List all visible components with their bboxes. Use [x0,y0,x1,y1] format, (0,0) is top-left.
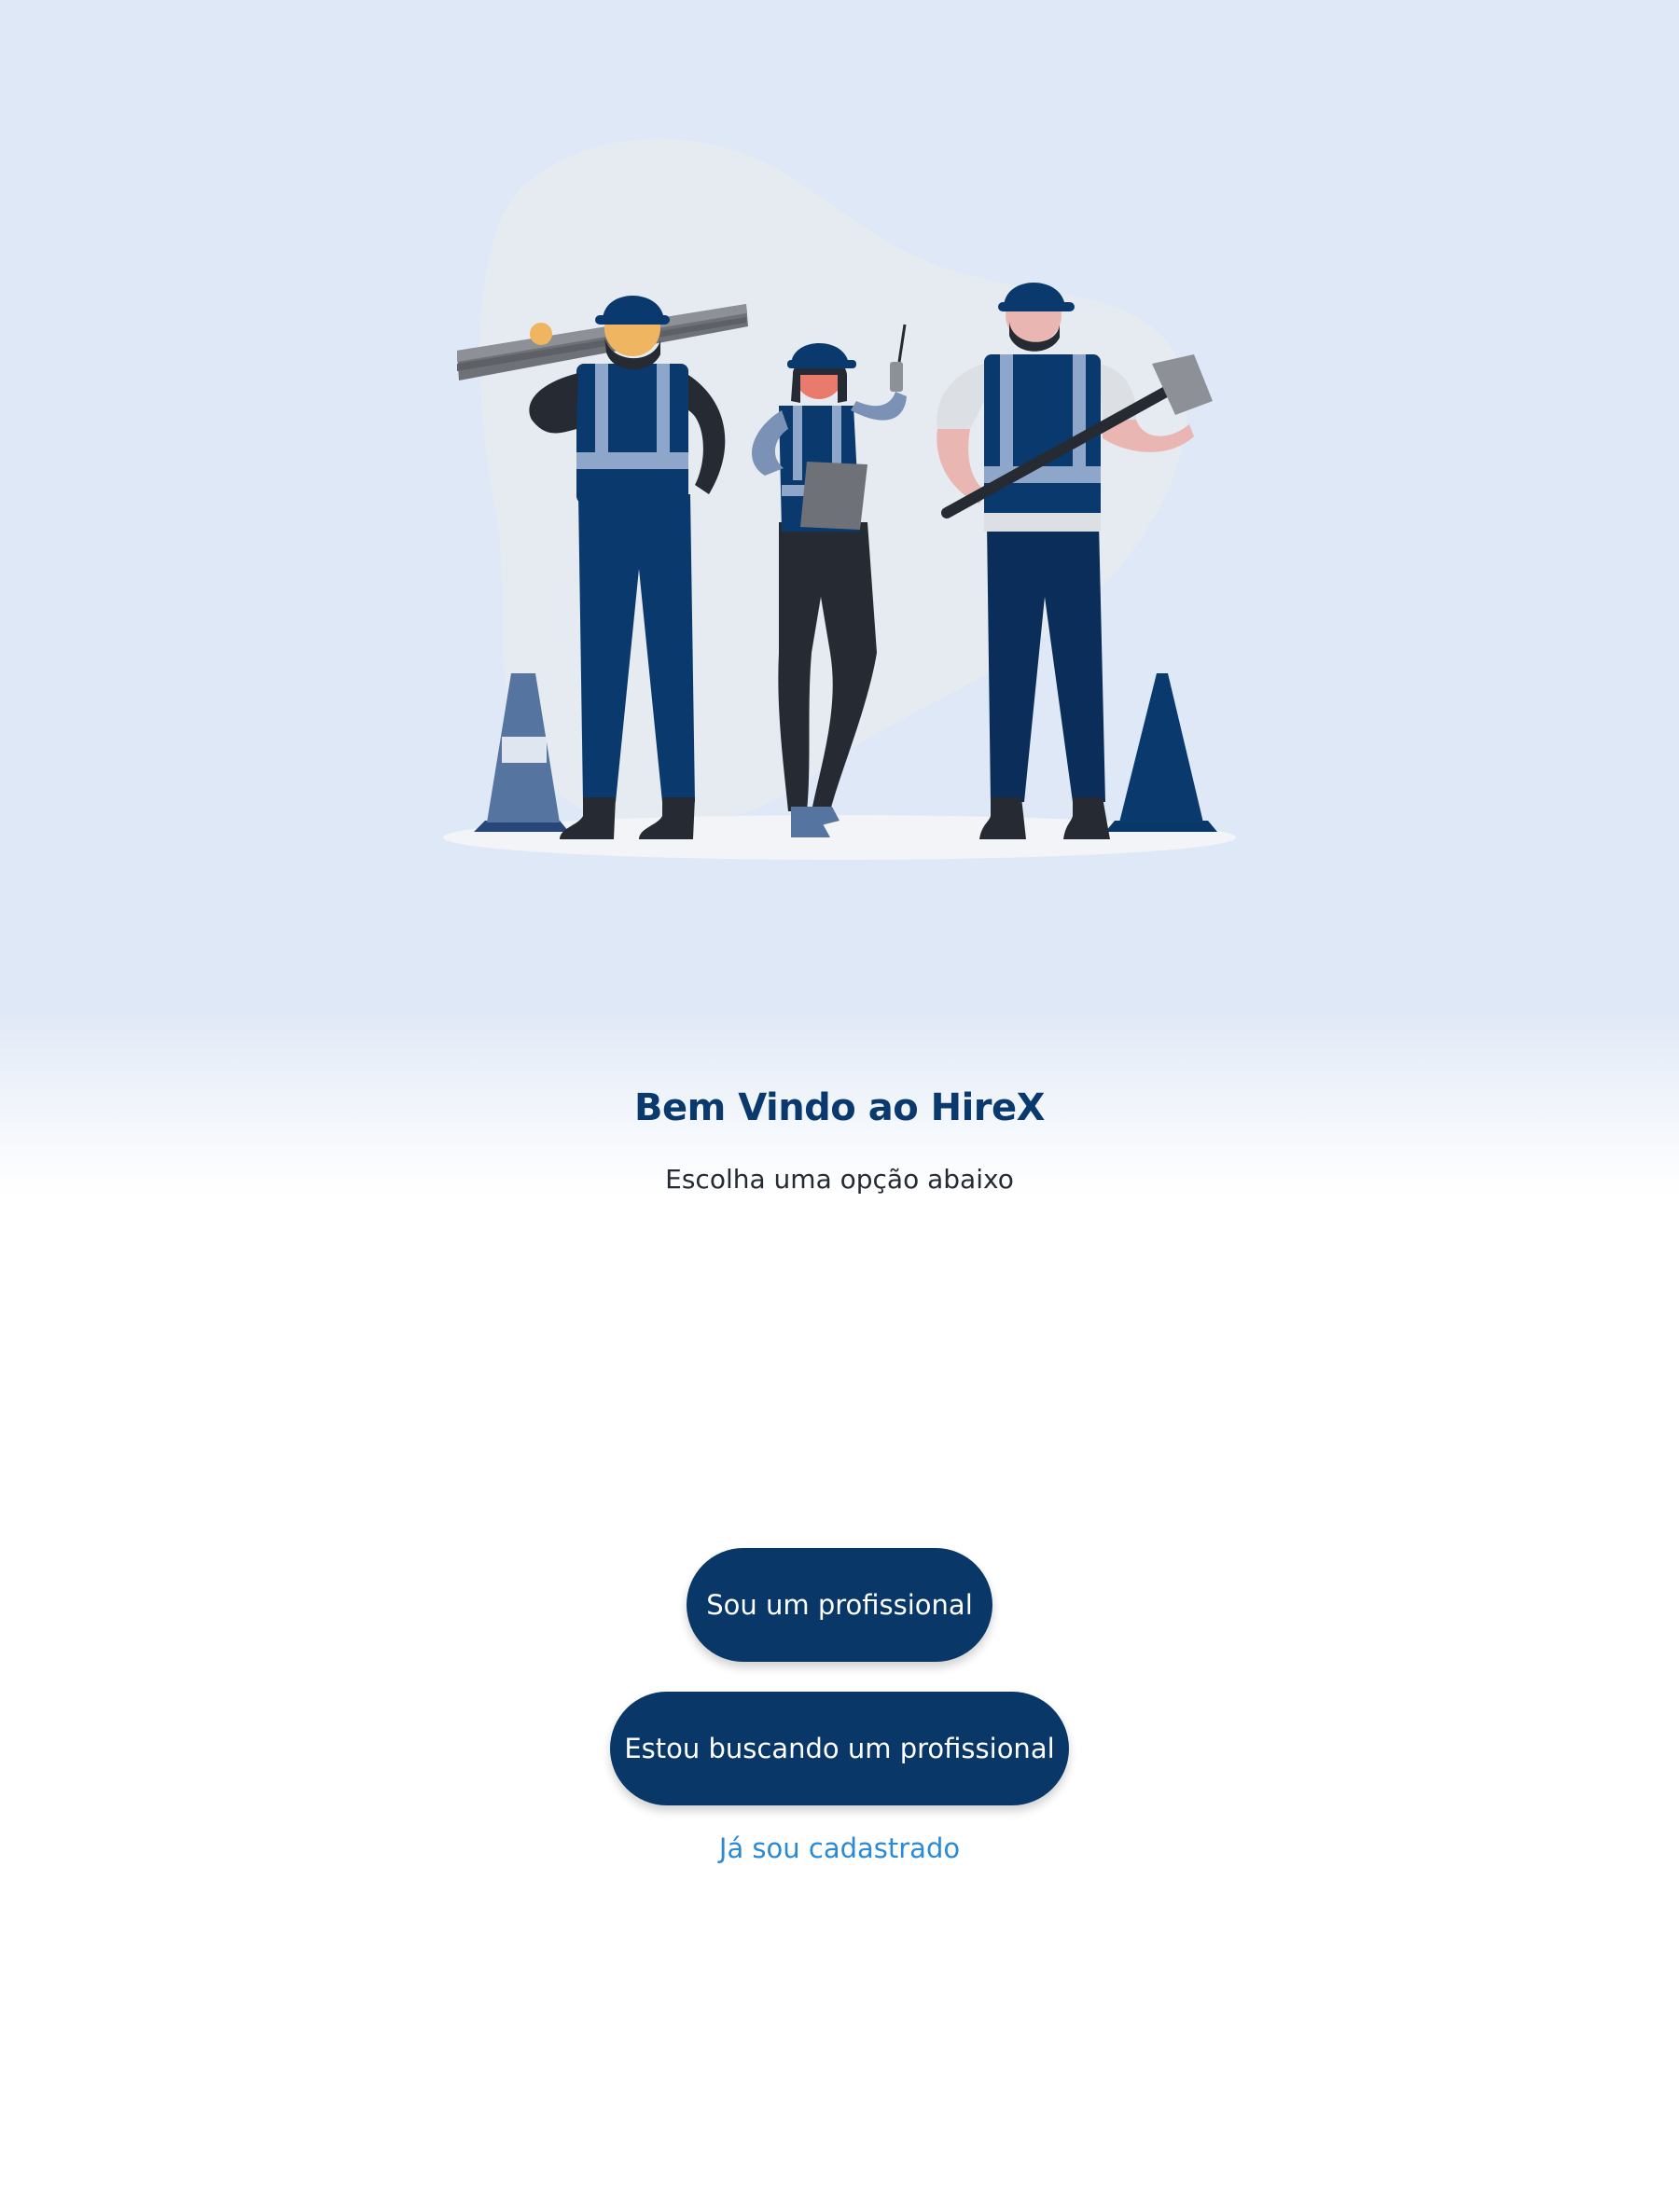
welcome-title: Bem Vindo ao HireX [634,1086,1045,1129]
professional-button[interactable]: Sou um profissional [687,1548,992,1662]
already-registered-link[interactable]: Já sou cadastrado [0,1832,1679,1864]
right-traffic-cone [1105,673,1217,832]
construction-workers-illustration [443,138,1236,860]
seeking-professional-button[interactable]: Estou buscando um profissional [610,1692,1069,1805]
welcome-subtitle: Escolha uma opção abaixo [665,1164,1014,1195]
